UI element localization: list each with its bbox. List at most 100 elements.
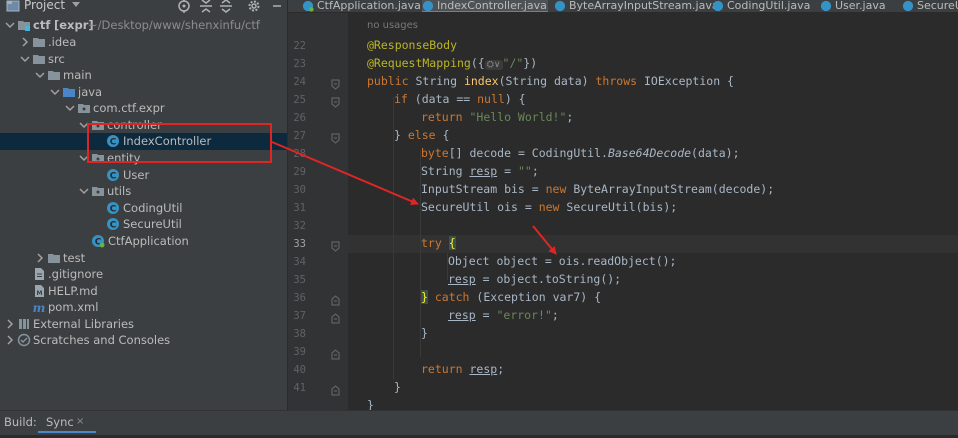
keyword-token: throws <box>595 74 638 88</box>
keyword-token: byte <box>421 146 449 160</box>
fold-marker-icon[interactable] <box>331 241 340 252</box>
fold-marker-icon[interactable] <box>331 133 340 144</box>
scratches-icon <box>17 333 31 347</box>
reassigned-variable-token: resp <box>448 272 476 286</box>
fold-marker-icon[interactable] <box>331 97 340 108</box>
code-token: = object.toString(); <box>475 272 622 286</box>
code-editor[interactable]: 22 23 24 25 26 27 28 29 30 31 32 33 34 3… <box>288 13 958 410</box>
tree-item-main[interactable]: main <box>0 67 287 84</box>
code-token: String <box>421 164 470 178</box>
line-number: 38 <box>293 328 306 340</box>
annotation-token: @ResponseBody <box>367 38 458 52</box>
line-number: 41 <box>293 382 306 394</box>
code-token: IOException { <box>637 74 734 88</box>
source-folder-icon <box>63 88 75 97</box>
line-number: 39 <box>293 346 306 358</box>
fold-marker-icon[interactable] <box>331 79 340 90</box>
tree-item-src[interactable]: src <box>0 51 287 68</box>
spring-class-icon: C <box>92 235 105 248</box>
fold-marker-icon[interactable] <box>331 349 340 360</box>
matched-brace-token: } <box>421 290 428 304</box>
line-number: 32 <box>293 220 306 232</box>
tree-item-ctf[interactable]: ctf [expr] ~/Desktop/www/shenxinfu/ctf <box>0 17 287 34</box>
tree-item-java[interactable]: java <box>0 84 287 101</box>
folder-icon <box>48 71 60 80</box>
fold-marker-icon[interactable] <box>331 295 340 306</box>
java-class-icon <box>554 0 566 12</box>
tab-index-controller[interactable]: IndexController.java <box>422 0 548 12</box>
tab-user[interactable]: User.java <box>820 0 890 12</box>
chevron-down-icon[interactable] <box>4 19 16 31</box>
expand-all-icon[interactable] <box>199 0 213 13</box>
tree-item-secure-util[interactable]: C SecureUtil <box>0 216 287 233</box>
chevron-right-icon[interactable] <box>34 252 46 264</box>
chevron-down-icon[interactable] <box>19 53 31 65</box>
chevron-right-icon[interactable] <box>19 36 31 48</box>
tab-label: CtfApplication.java <box>317 0 421 12</box>
tree-item-label: ctf <box>33 18 51 32</box>
tree-item-test[interactable]: test <box>0 250 287 267</box>
annotation-highlight-box <box>87 123 272 163</box>
tree-item-external-libraries[interactable]: External Libraries <box>0 316 287 333</box>
tree-item-pom-xml[interactable]: m pom.xml <box>0 299 287 316</box>
java-class-icon: C <box>107 169 119 182</box>
chevron-right-icon[interactable] <box>4 318 16 330</box>
code-token: (String data) <box>498 74 596 88</box>
svg-text:m: m <box>33 301 46 314</box>
code-token: (data == <box>407 92 478 106</box>
chevron-down-icon[interactable] <box>78 185 90 197</box>
tree-item-idea[interactable]: .idea <box>0 34 287 51</box>
tree-item-user[interactable]: C User <box>0 167 287 184</box>
string-token: "Hello World!" <box>462 110 567 124</box>
tree-item-help-md[interactable]: M HELP.md <box>0 283 287 300</box>
tab-byte-array-input-stream[interactable]: ByteArrayInputStream.java <box>554 0 719 12</box>
build-tool-window-bar: Build: Sync × <box>0 410 958 438</box>
reassigned-variable-token: resp <box>469 362 498 376</box>
code-line-30: InputStream bis = new ByteArrayInputStre… <box>421 182 774 196</box>
gear-icon[interactable] <box>247 0 261 13</box>
tree-item-label: com.ctf.expr <box>93 101 165 115</box>
code-token: } <box>394 128 408 142</box>
project-title[interactable]: Project <box>24 0 65 12</box>
chevron-down-icon[interactable] <box>64 102 76 114</box>
reassigned-variable-token: resp <box>448 308 476 322</box>
chevron-down-icon[interactable] <box>34 69 46 81</box>
build-label: Build: <box>4 415 37 429</box>
tab-coding-util[interactable]: CodingUtil.java <box>712 0 811 12</box>
code-token: } <box>394 380 401 394</box>
string-token: "/" <box>502 56 524 70</box>
usages-hint[interactable]: no usages <box>367 20 418 31</box>
tree-item-label: User <box>123 168 150 182</box>
chevron-right-icon[interactable] <box>4 334 16 346</box>
collapse-all-icon[interactable] <box>219 0 233 13</box>
line-number-current: 33 <box>293 238 306 250</box>
crosshair-icon[interactable] <box>177 0 191 13</box>
line-number: 25 <box>293 94 306 106</box>
tree-item-utils[interactable]: utils <box>0 183 287 200</box>
code-token: ; <box>497 362 505 376</box>
tree-item-ctf-application[interactable]: C CtfApplication <box>0 233 287 250</box>
code-token: = <box>475 308 497 322</box>
line-number: 27 <box>293 130 306 142</box>
code-line-31: SecureUtil ois = new SecureUtil(bis); <box>421 200 677 214</box>
fold-marker-icon[interactable] <box>331 385 340 396</box>
tab-sync[interactable]: Sync × <box>38 413 96 433</box>
java-class-icon: C <box>107 202 119 215</box>
url-mapping-hint[interactable]: ⛭∨ <box>484 60 503 70</box>
tree-item-scratches[interactable]: Scratches and Consoles <box>0 332 287 349</box>
tab-ctf-application[interactable]: CtfApplication.java <box>302 0 421 12</box>
fold-marker-icon[interactable] <box>331 313 340 324</box>
tree-item-coding-util[interactable]: C CodingUtil <box>0 200 287 217</box>
code-line-26: return "Hello World!"; <box>421 110 573 124</box>
code-line-33: try { <box>421 236 456 250</box>
tab-label: CodingUtil.java <box>727 0 811 12</box>
chevron-down-icon[interactable] <box>49 86 61 98</box>
close-icon[interactable]: × <box>76 416 84 427</box>
tree-item-com-ctf-expr[interactable]: com.ctf.expr <box>0 100 287 117</box>
chevron-down-icon[interactable] <box>72 2 80 7</box>
tree-item-gitignore[interactable]: .gitignore <box>0 266 287 283</box>
code-line-40: return resp; <box>421 362 504 376</box>
tree-item-label: main <box>63 68 92 82</box>
tab-secure-util[interactable]: SecureUti <box>902 0 958 12</box>
minimize-icon[interactable] <box>270 0 284 13</box>
